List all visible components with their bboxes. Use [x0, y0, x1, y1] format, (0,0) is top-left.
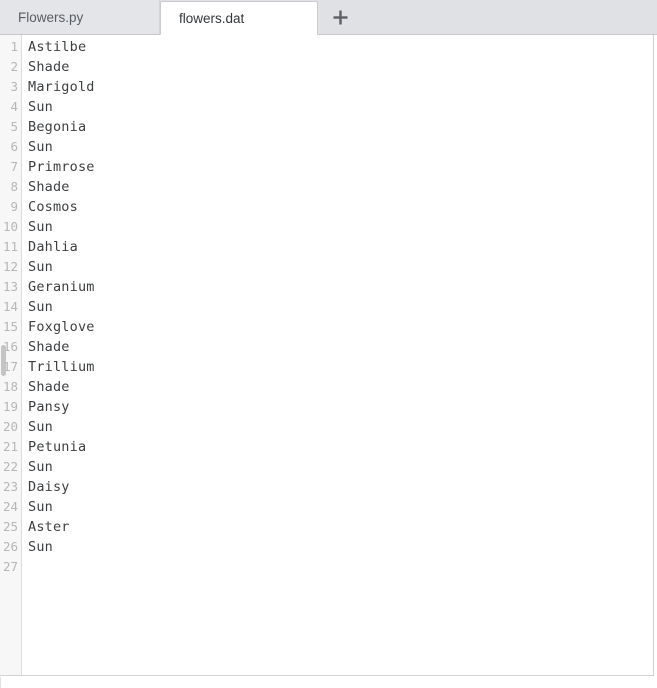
code-line[interactable]: 6 Sun [0, 137, 653, 157]
code-line[interactable]: 11 Dahlia [0, 237, 653, 257]
line-number: 23 [2, 479, 18, 494]
line-text: Cosmos [28, 199, 78, 215]
line-number: 6 [10, 139, 18, 154]
code-line[interactable]: 17 Trillium [0, 357, 653, 377]
code-line[interactable]: 3 Marigold [0, 77, 653, 97]
line-text: Shade [28, 379, 70, 395]
line-number: 1 [10, 39, 18, 54]
tab-bar: Flowers.py flowers.dat [0, 0, 657, 35]
code-line[interactable]: 10 Sun [0, 217, 653, 237]
line-text: Daisy [28, 479, 70, 495]
line-number: 25 [2, 519, 18, 534]
line-text: Geranium [28, 279, 95, 295]
tab-flowers-py[interactable]: Flowers.py [0, 0, 160, 34]
code-line[interactable]: 2 Shade [0, 57, 653, 77]
line-text: Sun [28, 259, 53, 275]
line-number: 21 [2, 439, 18, 454]
code-line[interactable]: 18 Shade [0, 377, 653, 397]
line-text: Sun [28, 539, 53, 555]
line-text: Sun [28, 459, 53, 475]
tab-flowers-dat[interactable]: flowers.dat [160, 1, 318, 35]
plus-icon [332, 9, 349, 26]
line-text: Sun [28, 499, 53, 515]
line-number: 18 [2, 379, 18, 394]
line-text: Foxglove [28, 319, 95, 335]
code-line[interactable]: 15 Foxglove [0, 317, 653, 337]
line-number: 12 [2, 259, 18, 274]
line-number: 7 [10, 159, 18, 174]
line-number: 14 [2, 299, 18, 314]
code-line[interactable]: 24 Sun [0, 497, 653, 517]
line-text: Pansy [28, 399, 70, 415]
line-number: 11 [2, 239, 18, 254]
line-text: Astilbe [28, 39, 87, 55]
code-line[interactable]: 23 Daisy [0, 477, 653, 497]
line-number: 2 [10, 59, 18, 74]
text-editor-window: Flowers.py flowers.dat 1 Astilbe 2 Shade 3 Ma… [0, 0, 657, 688]
code-line[interactable]: 26 Sun [0, 537, 653, 557]
line-number: 26 [2, 539, 18, 554]
line-text: Dahlia [28, 239, 78, 255]
line-text: Shade [28, 179, 70, 195]
code-line[interactable]: 4 Sun [0, 97, 653, 117]
code-content[interactable]: 1 Astilbe 2 Shade 3 Marigold 4 Sun 5 Begonia 6 Sun 7… [0, 35, 653, 675]
line-number: 15 [2, 319, 18, 334]
code-line[interactable]: 1 Astilbe [0, 37, 653, 57]
vertical-scrollbar-thumb[interactable] [1, 345, 6, 376]
line-text: Trillium [28, 359, 95, 375]
line-number: 19 [2, 399, 18, 414]
line-number: 4 [10, 99, 18, 114]
code-line[interactable]: 27 [0, 557, 653, 577]
new-tab-button[interactable] [318, 0, 362, 34]
bottom-strip [0, 677, 657, 688]
code-line[interactable]: 12 Sun [0, 257, 653, 277]
line-number: 20 [2, 419, 18, 434]
line-number: 8 [10, 179, 18, 194]
line-number: 27 [2, 559, 18, 574]
code-line[interactable]: 20 Sun [0, 417, 653, 437]
code-line[interactable]: 7 Primrose [0, 157, 653, 177]
editor-pane[interactable]: 1 Astilbe 2 Shade 3 Marigold 4 Sun 5 Begonia 6 Sun 7… [0, 35, 654, 676]
line-text: Sun [28, 219, 53, 235]
code-line[interactable]: 25 Aster [0, 517, 653, 537]
line-number: 9 [10, 199, 18, 214]
code-line[interactable]: 13 Geranium [0, 277, 653, 297]
code-line[interactable]: 14 Sun [0, 297, 653, 317]
line-text: Begonia [28, 119, 87, 135]
code-line[interactable]: 16 Shade [0, 337, 653, 357]
line-text: Sun [28, 139, 53, 155]
code-line[interactable]: 22 Sun [0, 457, 653, 477]
line-number: 24 [2, 499, 18, 514]
code-line[interactable]: 21 Petunia [0, 437, 653, 457]
code-line[interactable]: 5 Begonia [0, 117, 653, 137]
line-text: Marigold [28, 79, 95, 95]
line-number: 5 [10, 119, 18, 134]
line-number: 22 [2, 459, 18, 474]
code-line[interactable]: 19 Pansy [0, 397, 653, 417]
line-text: Primrose [28, 159, 95, 175]
line-text: Sun [28, 419, 53, 435]
code-line[interactable]: 9 Cosmos [0, 197, 653, 217]
line-text: Sun [28, 299, 53, 315]
line-text: Petunia [28, 439, 87, 455]
line-number: 13 [2, 279, 18, 294]
line-text: Shade [28, 59, 70, 75]
tab-label: Flowers.py [18, 9, 84, 25]
line-text: Shade [28, 339, 70, 355]
line-number: 3 [10, 79, 18, 94]
line-text: Sun [28, 99, 53, 115]
tab-label: flowers.dat [179, 10, 245, 26]
line-number: 10 [2, 219, 18, 234]
line-text: Aster [28, 519, 70, 535]
code-line[interactable]: 8 Shade [0, 177, 653, 197]
